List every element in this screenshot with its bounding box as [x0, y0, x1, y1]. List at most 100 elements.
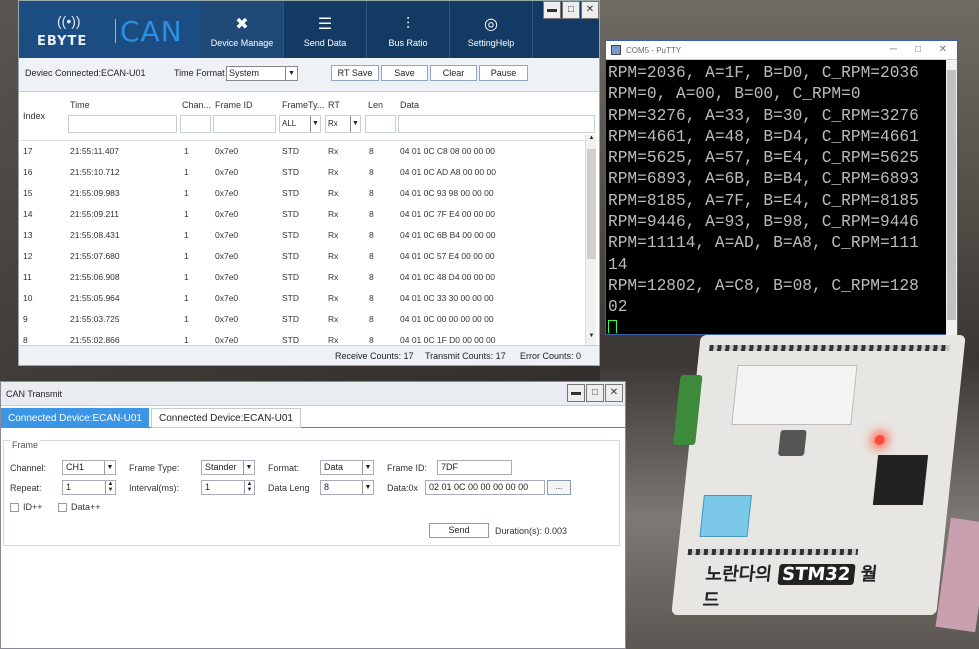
data-edit-button[interactable]: ... [547, 480, 571, 495]
board-module [731, 365, 858, 425]
cell-data: 04 01 0C 93 98 00 00 00 [400, 188, 494, 198]
terminal-line: RPM=8185, A=7F, B=E4, C_RPM=8185 [608, 191, 919, 210]
connection-status: Deviec Connected:ECAN-U01 [25, 68, 146, 78]
device-tabs: Connected Device:ECAN-U01 Connected Devi… [1, 406, 625, 428]
error-counts: Error Counts: 0 [520, 351, 582, 361]
logo-brand: EBYTE [37, 34, 88, 49]
cell-index: 16 [23, 167, 33, 177]
repeat-stepper[interactable]: 1 ▲ ▼ [62, 480, 116, 495]
send-button[interactable]: Send [429, 523, 489, 538]
col-len[interactable]: Len [368, 100, 383, 110]
spin-arrows-icon[interactable]: ▲ ▼ [244, 481, 254, 494]
terminal-line: RPM=3276, A=33, B=30, C_RPM=3276 [608, 106, 919, 125]
interval-stepper[interactable]: 1 ▲ ▼ [201, 480, 255, 495]
spin-arrows-icon[interactable]: ▲ ▼ [105, 481, 115, 494]
cell-type: STD [282, 188, 299, 198]
filter-frame-type[interactable]: ALL ▼ [279, 115, 321, 133]
tab-device-2[interactable]: Connected Device:ECAN-U01 [151, 408, 301, 428]
filter-time[interactable] [68, 115, 177, 133]
table-row[interactable]: 15 21:55:09.983 1 0x7e0 STD Rx 8 04 01 0C 93 98… [21, 183, 595, 204]
cell-chan: 1 [184, 167, 189, 177]
terminal-output[interactable]: RPM=2036, A=1F, B=D0, C_RPM=2036 RPM=0, A… [608, 63, 946, 333]
cell-frame-id: 0x7e0 [215, 314, 239, 324]
minimize-icon[interactable]: ▬ [543, 1, 561, 19]
id-increment-checkbox[interactable] [10, 503, 19, 512]
data-input[interactable]: 02 01 0C 00 00 00 00 00 [425, 480, 545, 495]
col-frame-type[interactable]: FrameTy... [282, 100, 324, 110]
cell-type: STD [282, 272, 299, 282]
cell-rt: Rx [328, 146, 339, 156]
filter-frame-id[interactable] [213, 115, 276, 133]
chevron-down-icon: ▼ [362, 481, 373, 494]
putty-icon [611, 45, 621, 55]
channel-select[interactable]: CH1 ▼ [62, 460, 116, 475]
data-length-select[interactable]: 8 ▼ [320, 480, 374, 495]
clear-button[interactable]: Clear [430, 65, 477, 81]
close-icon[interactable]: ✕ [581, 1, 599, 19]
chevron-down-icon: ▼ [285, 67, 297, 80]
terminal-line: RPM=11114, A=AD, B=A8, C_RPM=111 [608, 234, 919, 253]
col-frame-id[interactable]: Frame ID [215, 100, 253, 110]
cell-frame-id: 0x7e0 [215, 209, 239, 219]
minimize-icon[interactable]: ▬ [567, 384, 585, 402]
close-icon[interactable]: ✕ [939, 44, 947, 55]
scroll-down-icon[interactable]: ▼ [586, 333, 597, 345]
col-data[interactable]: Data [400, 100, 419, 110]
cell-len: 8 [369, 230, 374, 240]
scroll-up-icon[interactable]: ▲ [586, 135, 597, 147]
cell-len: 8 [369, 272, 374, 282]
rt-save-button[interactable]: RT Save [331, 65, 379, 81]
terminal-line: RPM=0, A=00, B=00, C_RPM=0 [608, 85, 861, 104]
maximize-icon[interactable]: □ [915, 44, 921, 55]
close-icon[interactable]: ✕ [605, 384, 623, 402]
data-increment-checkbox[interactable] [58, 503, 67, 512]
table-row[interactable]: 11 21:55:06.908 1 0x7e0 STD Rx 8 04 01 0C 48 D4… [21, 267, 595, 288]
nav-bus-ratio[interactable]: ⫶ Bus Ratio [367, 1, 450, 58]
nav-send-data[interactable]: ☰ Send Data [284, 1, 367, 58]
table-row[interactable]: 12 21:55:07.680 1 0x7e0 STD Rx 8 04 01 0C 57 E4… [21, 246, 595, 267]
cell-len: 8 [369, 209, 374, 219]
table-row[interactable]: 9 21:55:03.725 1 0x7e0 STD Rx 8 04 01 0C 00 00 … [21, 309, 595, 330]
maximize-icon[interactable]: □ [562, 1, 580, 19]
logo: ((•)) EBYTE CAN [19, 1, 201, 58]
id-increment-label: ID++ [23, 502, 43, 512]
tab-device-1[interactable]: Connected Device:ECAN-U01 [1, 408, 149, 428]
filter-channel[interactable] [180, 115, 211, 133]
logo-divider [115, 19, 116, 43]
col-rt[interactable]: RT [328, 100, 340, 110]
time-format-select[interactable]: System ▼ [226, 66, 298, 81]
table-row[interactable]: 14 21:55:09.211 1 0x7e0 STD Rx 8 04 01 0C 7F E4… [21, 204, 595, 225]
cell-time: 21:55:02.866 [70, 335, 120, 345]
nav-setting-help[interactable]: ◎ SettingHelp [450, 1, 533, 58]
frame-id-input[interactable]: 7DF [437, 460, 512, 475]
filter-len[interactable] [365, 115, 396, 133]
terminal-scrollbar[interactable] [946, 60, 957, 335]
nav-device-manage[interactable]: ✖ Device Manage [201, 1, 284, 58]
scroll-thumb[interactable] [587, 149, 596, 259]
filter-rt[interactable]: Rx ▼ [325, 115, 361, 133]
frame-id-label: Frame ID: [387, 463, 428, 473]
table-row[interactable]: 10 21:55:05.964 1 0x7e0 STD Rx 8 04 01 0C 33 30… [21, 288, 595, 309]
maximize-icon[interactable]: □ [586, 384, 604, 402]
col-index[interactable]: Index [23, 111, 45, 121]
chevron-down-icon: ▼ [350, 116, 360, 132]
save-button[interactable]: Save [381, 65, 428, 81]
interval-label: Interval(ms): [129, 483, 180, 493]
filter-data[interactable] [398, 115, 595, 133]
cell-rt: Rx [328, 230, 339, 240]
scroll-thumb[interactable] [947, 70, 956, 320]
format-select[interactable]: Data ▼ [320, 460, 374, 475]
red-led [874, 435, 886, 445]
col-channel[interactable]: Chan... [182, 100, 211, 110]
frame-type-select[interactable]: Stander ▼ [201, 460, 255, 475]
cell-data: 04 01 0C 6B B4 00 00 00 [400, 230, 496, 240]
grid-scrollbar[interactable]: ▲ ▼ [585, 135, 596, 345]
minimize-icon[interactable]: ─ [890, 44, 897, 55]
putty-titlebar: COM5 - PuTTY ─ □ ✕ [606, 41, 957, 60]
table-row[interactable]: 13 21:55:08.431 1 0x7e0 STD Rx 8 04 01 0C 6B B4… [21, 225, 595, 246]
pause-button[interactable]: Pause [479, 65, 528, 81]
table-row[interactable]: 17 21:55:11.407 1 0x7e0 STD Rx 8 04 01 0C C8 08… [21, 141, 595, 162]
col-time[interactable]: Time [70, 100, 90, 110]
transmit-title: CAN Transmit [6, 389, 63, 399]
table-row[interactable]: 16 21:55:10.712 1 0x7e0 STD Rx 8 04 01 0C AD A8… [21, 162, 595, 183]
